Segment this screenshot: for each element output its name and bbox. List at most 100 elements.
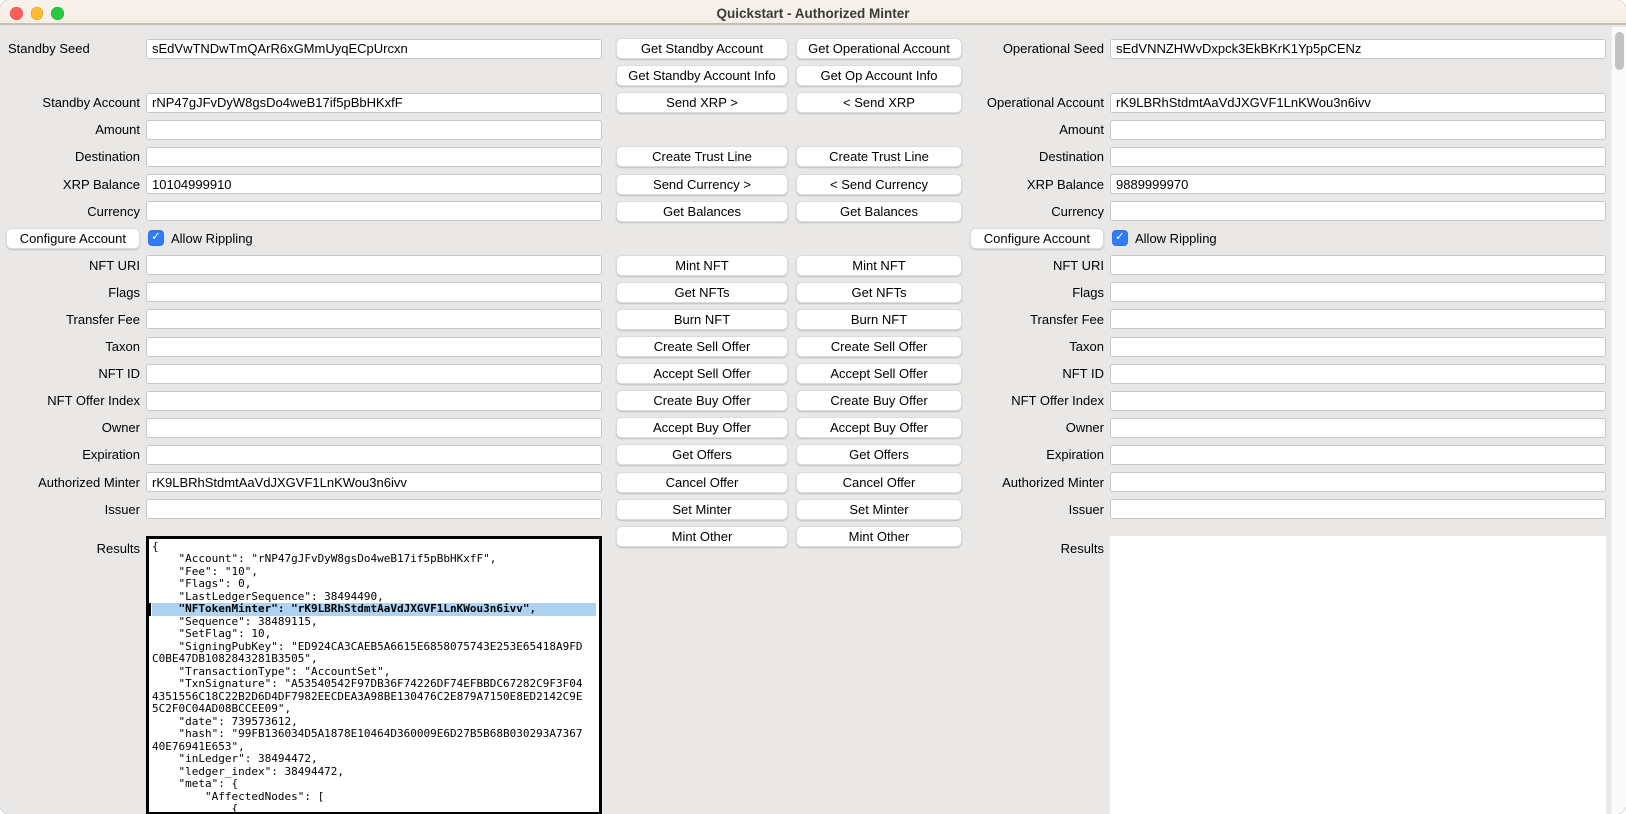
fullscreen-button[interactable] (51, 7, 64, 20)
action-button[interactable]: Get Op Account Info (796, 65, 962, 86)
button-slot: Accept Buy Offer (796, 414, 962, 441)
field-input[interactable] (146, 364, 602, 384)
action-button[interactable]: Get Balances (796, 201, 962, 222)
field-input[interactable] (146, 201, 602, 221)
results-line: "Account": "rNP47gJFvDyW8gsDo4weB17if5pB… (152, 553, 596, 566)
action-button[interactable]: Cancel Offer (796, 472, 962, 493)
action-button[interactable]: Create Buy Offer (796, 390, 962, 411)
field-input[interactable] (146, 255, 602, 275)
title-bar[interactable]: Quickstart - Authorized Minter (0, 0, 1626, 27)
close-button[interactable] (10, 7, 23, 20)
action-button[interactable]: Get Operational Account (796, 38, 962, 59)
field-input[interactable] (1110, 418, 1606, 438)
action-button[interactable]: Create Trust Line (796, 146, 962, 167)
action-button[interactable]: Cancel Offer (616, 472, 788, 493)
button-slot: < Send XRP (796, 89, 962, 116)
minimize-button[interactable] (31, 7, 44, 20)
field-input[interactable] (1110, 364, 1606, 384)
action-button[interactable]: Accept Buy Offer (616, 417, 788, 438)
scrollbar[interactable] (1611, 27, 1626, 814)
action-button[interactable]: Send XRP > (616, 92, 788, 113)
action-button[interactable]: Get Standby Account Info (616, 65, 788, 86)
field-input[interactable] (146, 309, 602, 329)
action-button[interactable]: Accept Sell Offer (616, 363, 788, 384)
field-input[interactable] (146, 418, 602, 438)
field-row: Authorized Minter (0, 469, 602, 496)
action-button[interactable]: Get Offers (796, 444, 962, 465)
field-row: NFT URI (964, 252, 1606, 279)
results-line: "hash": "99FB136034D5A1878E10464D360009E… (152, 728, 596, 741)
button-slot: Accept Sell Offer (616, 360, 788, 387)
field-label: NFT ID (0, 366, 146, 381)
field-input[interactable] (1110, 120, 1606, 140)
action-button[interactable]: Send Currency > (616, 174, 788, 195)
action-button[interactable]: Mint Other (796, 526, 962, 547)
configure-account-button[interactable]: Configure Account (970, 228, 1104, 249)
action-button[interactable]: Burn NFT (796, 309, 962, 330)
button-slot: Set Minter (796, 496, 962, 523)
field-label: Flags (964, 285, 1110, 300)
field-label: Transfer Fee (964, 312, 1110, 327)
action-button[interactable]: < Send Currency (796, 174, 962, 195)
action-button[interactable]: Create Sell Offer (796, 336, 962, 357)
allow-rippling-checkbox[interactable]: ✓ (148, 230, 164, 246)
field-input[interactable] (146, 337, 602, 357)
action-button[interactable]: < Send XRP (796, 92, 962, 113)
field-input[interactable] (1110, 255, 1606, 275)
action-button[interactable]: Set Minter (796, 499, 962, 520)
field-input[interactable] (146, 93, 602, 113)
field-input[interactable] (146, 120, 602, 140)
field-input[interactable] (1110, 147, 1606, 167)
field-label: Owner (0, 420, 146, 435)
action-button[interactable]: Get Balances (616, 201, 788, 222)
field-label: Authorized Minter (0, 475, 146, 490)
button-slot: Get Op Account Info (796, 62, 962, 89)
field-input[interactable] (1110, 391, 1606, 411)
field-input[interactable] (146, 391, 602, 411)
field-row: NFT Offer Index (0, 387, 602, 414)
action-button[interactable]: Mint NFT (796, 255, 962, 276)
configure-account-button[interactable]: Configure Account (6, 228, 140, 249)
field-input[interactable] (146, 472, 602, 492)
action-button[interactable]: Accept Buy Offer (796, 417, 962, 438)
field-row: Transfer Fee (0, 306, 602, 333)
action-button[interactable]: Set Minter (616, 499, 788, 520)
field-input[interactable] (1110, 309, 1606, 329)
button-slot: Create Buy Offer (796, 387, 962, 414)
scrollbar-thumb[interactable] (1615, 32, 1624, 70)
action-button[interactable]: Mint NFT (616, 255, 788, 276)
allow-rippling-checkbox[interactable]: ✓ (1112, 230, 1128, 246)
action-button[interactable]: Get NFTs (616, 282, 788, 303)
operational-results-box[interactable] (1110, 536, 1606, 814)
action-button[interactable]: Create Buy Offer (616, 390, 788, 411)
field-input[interactable] (1110, 93, 1606, 113)
action-button[interactable]: Burn NFT (616, 309, 788, 330)
field-input[interactable] (146, 147, 602, 167)
field-input[interactable] (1110, 499, 1606, 519)
button-slot: Get Balances (796, 198, 962, 225)
action-button[interactable]: Accept Sell Offer (796, 363, 962, 384)
standby-results-row: Results { "Account": "rNP47gJFvDyW8gsDo4… (0, 536, 602, 814)
action-button[interactable]: Get NFTs (796, 282, 962, 303)
field-input[interactable] (1110, 445, 1606, 465)
field-input[interactable] (1110, 282, 1606, 302)
operational-seed-input[interactable] (1110, 39, 1606, 59)
action-button[interactable]: Get Offers (616, 444, 788, 465)
action-button[interactable]: Create Trust Line (616, 146, 788, 167)
button-slot: < Send Currency (796, 170, 962, 197)
field-input[interactable] (1110, 201, 1606, 221)
action-button[interactable]: Mint Other (616, 526, 788, 547)
field-input[interactable] (146, 174, 602, 194)
spacer-row (964, 62, 1606, 89)
field-input[interactable] (146, 445, 602, 465)
field-input[interactable] (146, 282, 602, 302)
action-button[interactable]: Get Standby Account (616, 38, 788, 59)
field-label: Expiration (0, 447, 146, 462)
field-input[interactable] (1110, 472, 1606, 492)
field-input[interactable] (1110, 337, 1606, 357)
standby-results-box[interactable]: { "Account": "rNP47gJFvDyW8gsDo4weB17if5… (146, 536, 602, 814)
field-input[interactable] (1110, 174, 1606, 194)
standby-seed-input[interactable] (146, 39, 602, 59)
action-button[interactable]: Create Sell Offer (616, 336, 788, 357)
field-input[interactable] (146, 499, 602, 519)
